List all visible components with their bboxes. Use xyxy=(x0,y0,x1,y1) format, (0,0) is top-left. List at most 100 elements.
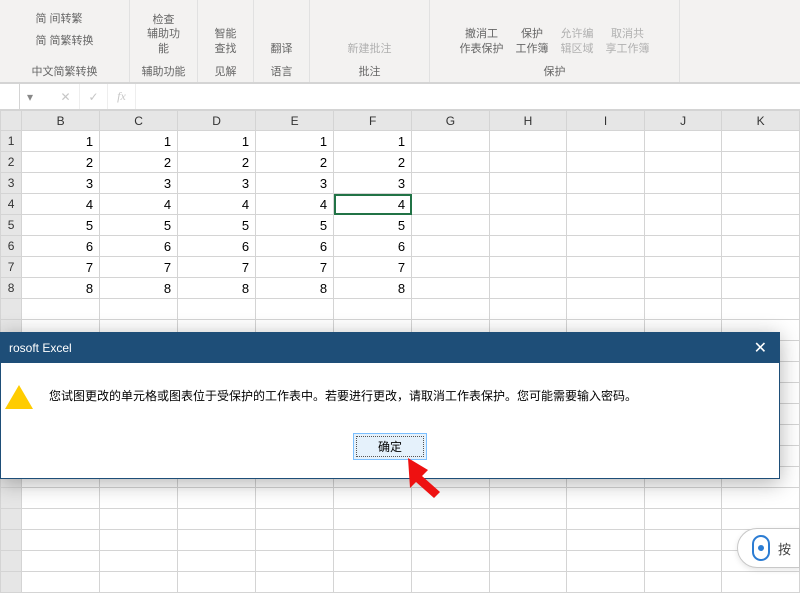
cell[interactable] xyxy=(412,257,490,278)
col-header-B[interactable]: B xyxy=(22,111,100,131)
cell[interactable] xyxy=(567,173,645,194)
row-header[interactable] xyxy=(1,551,22,572)
cell[interactable] xyxy=(412,299,490,320)
row-header[interactable]: 3 xyxy=(1,173,22,194)
cell[interactable] xyxy=(100,530,178,551)
row-header[interactable]: 6 xyxy=(1,236,22,257)
cell[interactable]: 4 xyxy=(22,194,100,215)
cell[interactable] xyxy=(644,572,722,593)
cell[interactable] xyxy=(644,152,722,173)
cell[interactable]: 8 xyxy=(334,278,412,299)
cell[interactable] xyxy=(722,131,800,152)
cell[interactable] xyxy=(412,572,490,593)
cell[interactable] xyxy=(412,173,490,194)
unprotect-sheet-btn[interactable]: 撤消工 作表保护 xyxy=(456,25,508,58)
cell[interactable] xyxy=(567,551,645,572)
cell[interactable] xyxy=(567,488,645,509)
row-header[interactable]: 8 xyxy=(1,278,22,299)
dialog-close-button[interactable]: ✕ xyxy=(750,338,771,358)
cell[interactable] xyxy=(178,509,256,530)
cell[interactable] xyxy=(722,215,800,236)
cell[interactable]: 5 xyxy=(334,215,412,236)
cell[interactable] xyxy=(567,299,645,320)
cell[interactable]: 6 xyxy=(334,236,412,257)
cell[interactable] xyxy=(412,530,490,551)
cell[interactable] xyxy=(489,488,567,509)
cell[interactable] xyxy=(722,278,800,299)
cell[interactable] xyxy=(644,509,722,530)
cell[interactable] xyxy=(412,215,490,236)
cell[interactable] xyxy=(489,278,567,299)
convert-simple-btn2[interactable]: 简 简繁转换 xyxy=(31,32,97,50)
cell[interactable] xyxy=(412,152,490,173)
row-header[interactable] xyxy=(1,572,22,593)
cell[interactable]: 7 xyxy=(334,257,412,278)
cell[interactable] xyxy=(567,236,645,257)
cell[interactable] xyxy=(412,551,490,572)
cell[interactable] xyxy=(22,299,100,320)
cell[interactable]: 4 xyxy=(334,194,412,215)
cell[interactable]: 2 xyxy=(178,152,256,173)
cell[interactable] xyxy=(412,131,490,152)
cell[interactable] xyxy=(722,236,800,257)
cell[interactable] xyxy=(567,530,645,551)
cell[interactable] xyxy=(334,509,412,530)
cell[interactable]: 5 xyxy=(256,215,334,236)
row-header[interactable] xyxy=(1,530,22,551)
row-header[interactable]: 5 xyxy=(1,215,22,236)
floating-assist-bubble[interactable]: 按 xyxy=(737,528,800,568)
cell[interactable] xyxy=(722,257,800,278)
cell[interactable] xyxy=(412,236,490,257)
cell[interactable] xyxy=(412,278,490,299)
cell[interactable] xyxy=(178,572,256,593)
cell[interactable] xyxy=(412,488,490,509)
dialog-ok-button[interactable]: 确定 xyxy=(353,433,427,460)
cell[interactable] xyxy=(256,530,334,551)
cell[interactable]: 4 xyxy=(178,194,256,215)
cell[interactable]: 4 xyxy=(100,194,178,215)
col-header-K[interactable]: K xyxy=(722,111,800,131)
name-box[interactable] xyxy=(0,84,20,109)
fx-icon[interactable]: fx xyxy=(108,84,136,109)
cell[interactable] xyxy=(178,299,256,320)
cell[interactable] xyxy=(22,530,100,551)
cell[interactable] xyxy=(644,278,722,299)
cell[interactable] xyxy=(178,488,256,509)
cell[interactable]: 8 xyxy=(100,278,178,299)
cell[interactable] xyxy=(489,509,567,530)
cell[interactable]: 2 xyxy=(334,152,412,173)
cell[interactable] xyxy=(722,509,800,530)
cell[interactable] xyxy=(100,299,178,320)
cell[interactable] xyxy=(489,152,567,173)
cell[interactable]: 7 xyxy=(100,257,178,278)
cell[interactable]: 1 xyxy=(100,131,178,152)
cell[interactable] xyxy=(256,551,334,572)
cell[interactable] xyxy=(644,299,722,320)
cell[interactable] xyxy=(489,551,567,572)
cell[interactable] xyxy=(22,572,100,593)
cell[interactable] xyxy=(489,173,567,194)
cell[interactable] xyxy=(489,194,567,215)
cell[interactable]: 8 xyxy=(256,278,334,299)
cell[interactable]: 1 xyxy=(256,131,334,152)
cell[interactable] xyxy=(489,236,567,257)
convert-simple-btn1[interactable]: 简 间转繁 xyxy=(31,10,86,28)
cell[interactable]: 4 xyxy=(256,194,334,215)
cell[interactable]: 8 xyxy=(22,278,100,299)
cell[interactable]: 7 xyxy=(178,257,256,278)
cell[interactable] xyxy=(722,299,800,320)
cell[interactable]: 2 xyxy=(256,152,334,173)
cell[interactable]: 3 xyxy=(22,173,100,194)
cell[interactable] xyxy=(644,257,722,278)
cell[interactable] xyxy=(567,131,645,152)
row-header[interactable]: 7 xyxy=(1,257,22,278)
cell[interactable] xyxy=(567,215,645,236)
name-box-dropdown-icon[interactable]: ▾ xyxy=(20,90,40,104)
cell[interactable]: 3 xyxy=(334,173,412,194)
cell[interactable]: 5 xyxy=(178,215,256,236)
cell[interactable] xyxy=(489,257,567,278)
cell[interactable] xyxy=(412,194,490,215)
cell[interactable]: 2 xyxy=(22,152,100,173)
cell[interactable]: 6 xyxy=(22,236,100,257)
cell[interactable] xyxy=(22,488,100,509)
